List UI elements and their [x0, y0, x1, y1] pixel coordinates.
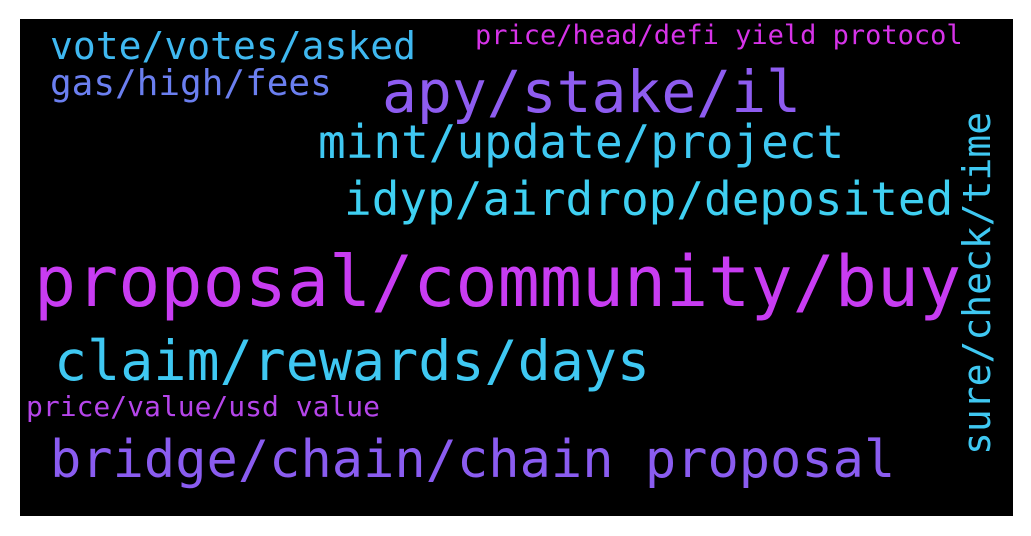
word-sure-check-time-text: sure/check/time	[955, 111, 999, 455]
word-price-head-defi-yield-protocol: price/head/defi yield protocol	[475, 20, 963, 51]
word-gas-high-fees: gas/high/fees	[50, 63, 332, 104]
word-price-value-usd-value: price/value/usd value	[26, 390, 381, 423]
word-apy-stake-il: apy/stake/il	[382, 58, 802, 126]
word-cloud: price/head/defi yield protocol vote/vote…	[20, 19, 1013, 516]
word-vote-votes-asked: vote/votes/asked	[50, 24, 417, 68]
word-idyp-airdrop-deposited: idyp/airdrop/deposited	[344, 172, 954, 226]
word-proposal-community-buy: proposal/community/buy	[34, 241, 962, 323]
word-mint-update-project: mint/update/project	[318, 115, 845, 169]
word-bridge-chain-chain-proposal: bridge/chain/chain proposal	[50, 430, 896, 490]
word-claim-rewards-days: claim/rewards/days	[54, 329, 651, 393]
